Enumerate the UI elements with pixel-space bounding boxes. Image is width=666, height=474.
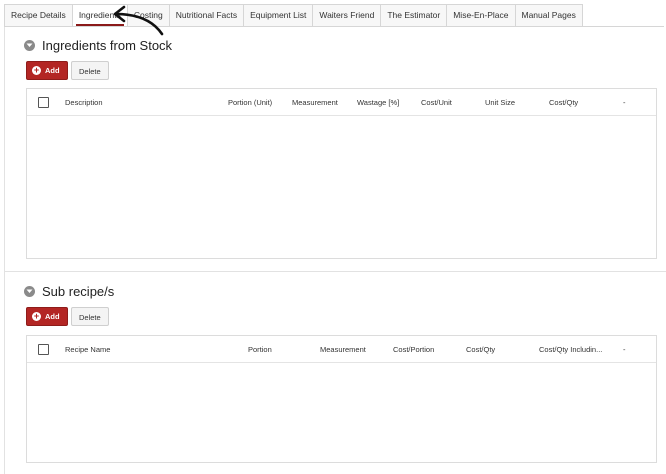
plus-circle-icon: + bbox=[32, 65, 41, 75]
column-header[interactable]: Measurement bbox=[320, 345, 366, 354]
delete-subrecipe-button[interactable]: Delete bbox=[71, 307, 109, 326]
column-header[interactable]: Portion bbox=[248, 345, 272, 354]
subrecipes-grid: Recipe Name Portion Measurement Cost/Por… bbox=[26, 335, 657, 463]
section-divider bbox=[4, 271, 666, 272]
column-header[interactable]: Cost/Unit bbox=[421, 98, 452, 107]
column-header[interactable]: Recipe Name bbox=[65, 345, 110, 354]
column-header[interactable]: Description bbox=[65, 98, 103, 107]
tab-recipe-details[interactable]: Recipe Details bbox=[4, 4, 73, 26]
pointer-arrow-icon bbox=[113, 5, 164, 36]
section-title: Sub recipe/s bbox=[42, 284, 115, 299]
column-header[interactable]: Portion (Unit) bbox=[228, 98, 272, 107]
plus-circle-icon: + bbox=[32, 311, 41, 321]
section-title: Ingredients from Stock bbox=[42, 38, 173, 53]
column-header[interactable]: Cost/Portion bbox=[393, 345, 434, 354]
column-header[interactable]: Unit Size bbox=[485, 98, 515, 107]
column-header[interactable]: Wastage [%] bbox=[357, 98, 399, 107]
tab-nutritional-facts[interactable]: Nutritional Facts bbox=[168, 4, 245, 26]
column-header[interactable]: Cost/Qty bbox=[466, 345, 495, 354]
column-header: - bbox=[623, 98, 626, 107]
tab-waiters-friend[interactable]: Waiters Friend bbox=[312, 4, 382, 26]
add-subrecipe-button[interactable]: + Add bbox=[26, 307, 68, 326]
select-all-checkbox[interactable] bbox=[38, 344, 49, 355]
tab-bar: Recipe Details Ingredients Costing Nutri… bbox=[4, 4, 664, 27]
ingredients-section-header[interactable]: Ingredients from Stock bbox=[24, 38, 172, 53]
tab-equipment-list[interactable]: Equipment List bbox=[243, 4, 314, 26]
column-header: - bbox=[623, 345, 626, 354]
grid-header: Recipe Name Portion Measurement Cost/Por… bbox=[27, 336, 656, 363]
column-header[interactable]: Measurement bbox=[292, 98, 338, 107]
column-header[interactable]: Cost/Qty Includin... bbox=[539, 345, 602, 354]
select-all-checkbox[interactable] bbox=[38, 97, 49, 108]
delete-ingredient-button[interactable]: Delete bbox=[71, 61, 109, 80]
grid-header: Description Portion (Unit) Measurement W… bbox=[27, 89, 656, 116]
tab-the-estimator[interactable]: The Estimator bbox=[380, 4, 448, 26]
tab-manual-pages[interactable]: Manual Pages bbox=[514, 4, 583, 26]
chevron-down-icon[interactable] bbox=[24, 40, 35, 51]
add-ingredient-button[interactable]: + Add bbox=[26, 61, 68, 80]
ingredients-grid: Description Portion (Unit) Measurement W… bbox=[26, 88, 657, 259]
column-header[interactable]: Cost/Qty bbox=[549, 98, 578, 107]
chevron-down-icon[interactable] bbox=[24, 286, 35, 297]
subrecipes-section-header[interactable]: Sub recipe/s bbox=[24, 284, 114, 299]
tab-mise-en-place[interactable]: Mise-En-Place bbox=[446, 4, 516, 26]
